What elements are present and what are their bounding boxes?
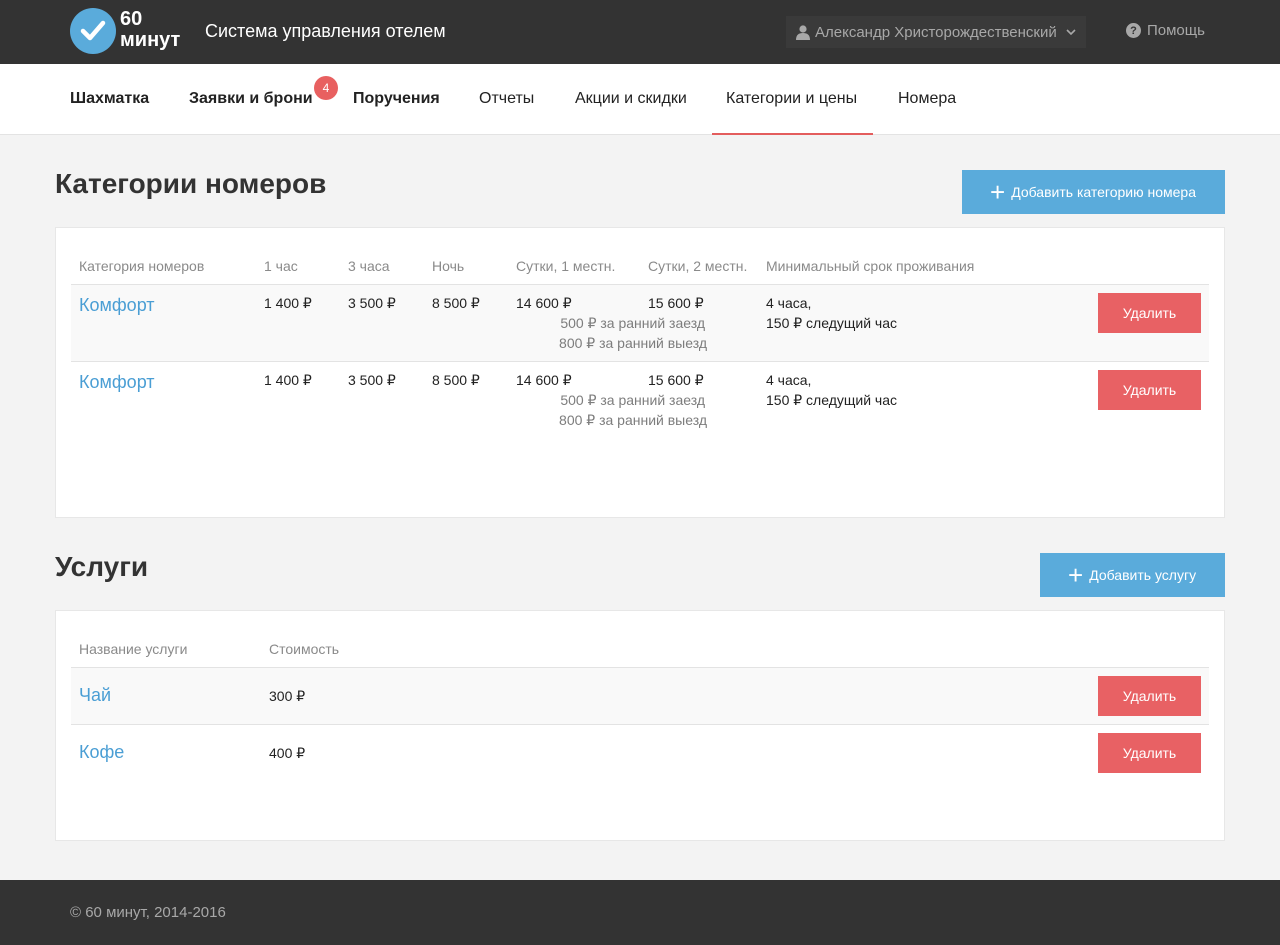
price-1h: 1 400 ₽ [264,295,312,311]
plus-icon: + [990,177,1006,207]
nav-label: Акции и скидки [575,90,687,107]
next-hour-price: 150 ₽ следущий час [766,392,897,408]
nav-item-rooms[interactable]: Номера [884,64,970,135]
service-price: 300 ₽ [269,688,306,704]
add-service-label: Добавить услугу [1089,567,1197,583]
services-panel: Название услуги Стоимость Чай 300 ₽ Удал… [55,610,1225,841]
footer: © 60 минут, 2014-2016 [0,880,1280,945]
help-label: Помощь [1147,22,1205,39]
help-icon: ? [1126,23,1141,38]
price-1h: 1 400 ₽ [264,372,312,388]
service-name-link[interactable]: Кофе [79,742,124,763]
category-name-link[interactable]: Комфорт [79,372,155,393]
service-price: 400 ₽ [269,745,306,761]
categories-title: Категории номеров [55,168,327,199]
nav-label: Отчеты [479,90,535,107]
nav-item-chessboard[interactable]: Шахматка [56,64,163,135]
next-hour-price: 150 ₽ следущий час [766,315,897,331]
col-header-service-name: Название услуги [79,641,188,657]
top-bar: 60 минут Система управления отелем Алекс… [0,0,1280,64]
price-night: 8 500 ₽ [432,295,480,311]
col-header-night: Ночь [432,258,465,274]
col-header-3h: 3 часа [348,258,390,274]
help-link[interactable]: ? Помощь [1126,22,1205,39]
table-row: Чай 300 ₽ Удалить [71,667,1209,724]
col-header-1h: 1 час [264,258,298,274]
price-day-single: 14 600 ₽ [516,295,572,311]
service-name-link[interactable]: Чай [79,685,111,706]
app-title: Система управления отелем [205,21,446,41]
early-checkout-fee: 800 ₽ за ранний выезд [559,335,707,351]
add-category-button[interactable]: + Добавить категорию номера [962,170,1225,214]
min-stay: 4 часа, [766,372,812,388]
delete-button[interactable]: Удалить [1098,370,1201,410]
user-menu[interactable]: Александр Христорождественский [786,16,1086,48]
nav-label: Поручения [353,90,440,107]
price-day-double: 15 600 ₽ [648,295,704,311]
logo-line-1: 60 [120,8,143,30]
logo-check-icon[interactable] [70,8,116,54]
nav-label: Номера [898,90,957,107]
col-header-day-single: Сутки, 1 местн. [516,258,616,274]
add-service-button[interactable]: + Добавить услугу [1040,553,1225,597]
price-day-double: 15 600 ₽ [648,372,704,388]
col-header-category: Категория номеров [79,258,205,274]
price-3h: 3 500 ₽ [348,372,396,388]
delete-button[interactable]: Удалить [1098,676,1201,716]
col-header-day-double: Сутки, 2 местн. [648,258,748,274]
early-checkin-fee: 500 ₽ за ранний заезд [560,392,705,408]
delete-button[interactable]: Удалить [1098,733,1201,773]
nav-item-categories-prices[interactable]: Категории и цены [712,64,873,135]
main-nav: Шахматка Заявки и брони 4 Поручения Отче… [0,64,1280,135]
services-title: Услуги [55,551,149,582]
nav-label: Шахматка [70,90,150,107]
table-row: Комфорт 1 400 ₽ 3 500 ₽ 8 500 ₽ 14 600 ₽… [71,361,1209,438]
price-night: 8 500 ₽ [432,372,480,388]
plus-icon: + [1068,560,1084,590]
nav-label: Заявки и брони [189,90,313,107]
chevron-down-icon [1066,29,1076,35]
add-category-label: Добавить категорию номера [1011,184,1196,200]
nav-item-bookings[interactable]: Заявки и брони [175,64,327,135]
nav-label: Категории и цены [726,90,858,107]
nav-item-reports[interactable]: Отчеты [465,64,548,135]
user-name: Александр Христорождественский [815,23,1057,41]
col-header-min-stay: Минимальный срок проживания [766,258,975,274]
table-row: Комфорт 1 400 ₽ 3 500 ₽ 8 500 ₽ 14 600 ₽… [71,284,1209,361]
early-checkin-fee: 500 ₽ за ранний заезд [560,315,705,331]
min-stay: 4 часа, [766,295,812,311]
logo-line-2: минут [120,29,181,51]
col-header-price: Стоимость [269,641,340,657]
category-name-link[interactable]: Комфорт [79,295,155,316]
user-icon [796,24,810,40]
nav-item-promotions[interactable]: Акции и скидки [561,64,701,135]
bookings-count-badge: 4 [314,76,338,100]
nav-item-tasks[interactable]: Поручения [339,64,454,135]
early-checkout-fee: 800 ₽ за ранний выезд [559,412,707,428]
logo-text[interactable]: 60 минут [120,9,180,51]
delete-button[interactable]: Удалить [1098,293,1201,333]
price-day-single: 14 600 ₽ [516,372,572,388]
copyright-text: © 60 минут, 2014-2016 [70,904,226,921]
price-3h: 3 500 ₽ [348,295,396,311]
categories-panel: Категория номеров 1 час 3 часа Ночь Сутк… [55,227,1225,518]
table-row: Кофе 400 ₽ Удалить [71,724,1209,781]
